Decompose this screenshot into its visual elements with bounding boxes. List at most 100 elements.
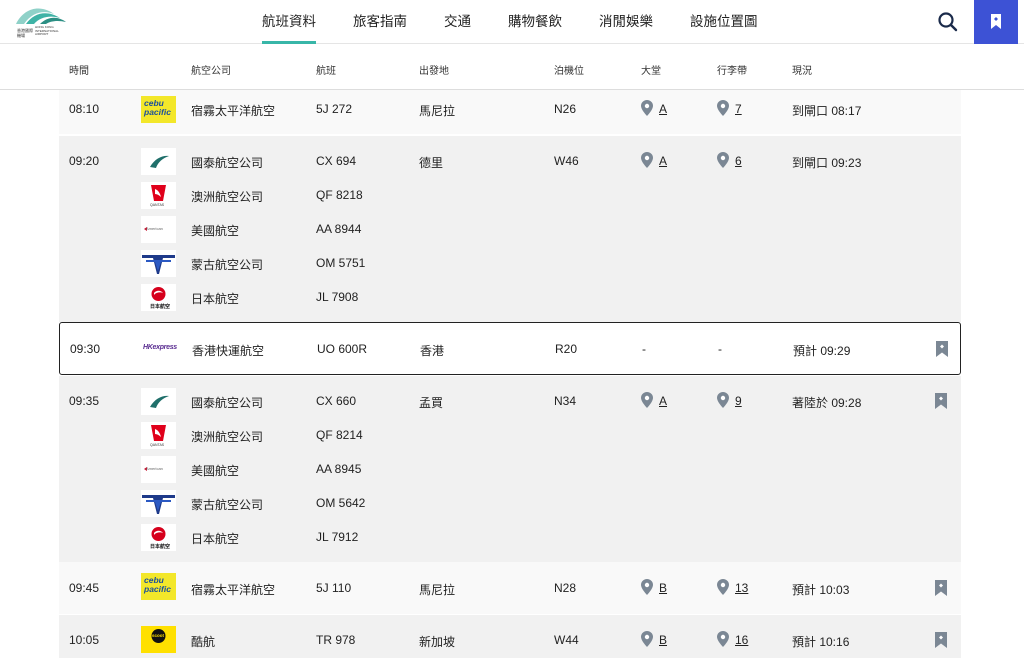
belt-value[interactable]: 9 — [735, 394, 742, 408]
cathay-brushwing-icon — [150, 155, 169, 168]
status: 著陸於 09:28 — [792, 396, 862, 410]
flight-number[interactable]: QF 8218 — [316, 188, 363, 202]
table-row[interactable]: 09:35 國泰航空公司 CX 660 QANTAS 澳洲航空公司 QF 821… — [59, 376, 961, 562]
table-row-selected[interactable]: 09:30 HKexpress 香港快運航空 UO 600R 香港 R20 - … — [59, 322, 961, 375]
col-time[interactable]: 時間 — [69, 62, 89, 77]
search-icon — [938, 12, 958, 32]
location-pin-icon — [717, 631, 729, 647]
hkia-logo[interactable]: 香港國際機場 HONG KONG INTERNATIONAL AIRPORT — [14, 4, 78, 40]
bookmark-icon — [991, 14, 1001, 29]
jal-logo: 日本航空 — [141, 524, 176, 551]
belt-link[interactable]: 6 — [717, 152, 742, 168]
origin: 德里 — [419, 156, 444, 170]
hall-link[interactable]: B — [641, 631, 667, 647]
airline-name: 酷航 — [191, 635, 216, 649]
bookmark-icon[interactable] — [934, 392, 948, 410]
hall-value[interactable]: A — [659, 394, 667, 408]
nav-passenger-guide[interactable]: 旅客指南 — [353, 0, 407, 44]
scoot-logo: scoot — [141, 626, 176, 653]
hall-value[interactable]: B — [659, 633, 667, 647]
flight-number[interactable]: AA 8945 — [316, 462, 361, 476]
airline-name: 蒙古航空公司 — [191, 498, 264, 512]
belt-link[interactable]: 13 — [717, 579, 748, 595]
table-row[interactable]: 09:20 國泰航空公司 CX 694 QANTAS 澳洲航空公司 QF 821… — [59, 136, 961, 322]
location-pin-icon — [717, 100, 729, 116]
hall-link[interactable]: A — [641, 392, 667, 408]
col-flight[interactable]: 航班 — [316, 62, 336, 77]
cathay-pacific-logo — [141, 148, 176, 175]
location-pin-icon — [641, 392, 653, 408]
location-pin-icon — [717, 392, 729, 408]
cebu-pacific-logo: cebu pacific — [141, 96, 176, 123]
location-pin-icon — [641, 631, 653, 647]
bookmark-icon[interactable] — [935, 340, 949, 358]
col-status[interactable]: 現況 — [792, 62, 812, 77]
belt-value[interactable]: 16 — [735, 633, 748, 647]
hk-express-wordmark: HKexpress — [143, 344, 177, 351]
hall-link[interactable]: A — [641, 152, 667, 168]
my-flights-button[interactable] — [974, 0, 1018, 44]
belt-value[interactable]: 13 — [735, 581, 748, 595]
flight-number[interactable]: CX 694 — [316, 154, 356, 168]
nav-flight-info[interactable]: 航班資料 — [262, 0, 316, 44]
table-row[interactable]: 09:45 cebu pacific 宿霧太平洋航空 5J 110 馬尼拉 N2… — [59, 562, 961, 614]
location-pin-icon — [641, 579, 653, 595]
nav-entertainment[interactable]: 消閒娛樂 — [599, 0, 653, 44]
status: 預計 10:03 — [792, 583, 850, 597]
flight-number[interactable]: UO 600R — [317, 342, 367, 356]
time: 09:35 — [69, 394, 100, 408]
nav-facility-map[interactable]: 設施位置圖 — [690, 0, 758, 44]
flight-number[interactable]: OM 5642 — [316, 496, 365, 510]
airline-name: 澳洲航空公司 — [191, 430, 264, 444]
nav-shop-dine[interactable]: 購物餐飲 — [508, 0, 562, 44]
american-wordmark: American — [146, 226, 163, 231]
flight-number[interactable]: AA 8944 — [316, 222, 361, 236]
cathay-pacific-logo — [141, 388, 176, 415]
belt-value[interactable]: 7 — [735, 102, 742, 116]
flight-number[interactable]: TR 978 — [316, 633, 355, 647]
search-button[interactable] — [934, 8, 962, 36]
nav-transport[interactable]: 交通 — [444, 0, 471, 44]
flight-number[interactable]: 5J 272 — [316, 102, 352, 116]
belt-link[interactable]: 16 — [717, 631, 748, 647]
belt-link[interactable]: 9 — [717, 392, 742, 408]
stand: W44 — [554, 633, 579, 647]
table-row[interactable]: 08:10 cebu pacific 宿霧太平洋航空 5J 272 馬尼拉 N2… — [59, 90, 961, 134]
col-stand[interactable]: 泊機位 — [554, 62, 584, 77]
top-navigation-bar: 香港國際機場 HONG KONG INTERNATIONAL AIRPORT 航… — [0, 0, 1024, 44]
table-row[interactable]: 10:05 scoot 酷航 TR 978 新加坡 W44 B 16 預計 10… — [59, 615, 961, 658]
belt-link[interactable]: 7 — [717, 100, 742, 116]
hall-value[interactable]: A — [659, 102, 667, 116]
cathay-brushwing-icon — [150, 395, 169, 408]
logo-text: cebu pacific — [144, 575, 171, 594]
col-belt[interactable]: 行李帶 — [717, 62, 747, 77]
time: 09:30 — [70, 342, 101, 356]
time: 08:10 — [69, 102, 100, 116]
col-hall[interactable]: 大堂 — [641, 62, 661, 77]
stand: N34 — [554, 394, 577, 408]
belt-value[interactable]: 6 — [735, 154, 742, 168]
col-origin[interactable]: 出發地 — [419, 62, 449, 77]
miat-logo — [141, 250, 176, 277]
flight-number[interactable]: QF 8214 — [316, 428, 363, 442]
col-airline[interactable]: 航空公司 — [191, 62, 231, 77]
flight-number[interactable]: JL 7912 — [316, 530, 358, 544]
status: 預計 10:16 — [792, 635, 850, 649]
scoot-badge-icon — [151, 629, 166, 643]
hall-link[interactable]: B — [641, 579, 667, 595]
hall-value[interactable]: A — [659, 154, 667, 168]
miat-logo — [141, 490, 176, 517]
logo-text: cebu pacific — [144, 98, 171, 117]
flight-number[interactable]: CX 660 — [316, 394, 356, 408]
bookmark-icon[interactable] — [934, 631, 948, 649]
hall-value[interactable]: B — [659, 581, 667, 595]
airline-name: 宿霧太平洋航空 — [191, 583, 276, 597]
airline-name: 日本航空 — [191, 292, 240, 306]
flight-number[interactable]: 5J 110 — [316, 581, 351, 595]
bookmark-icon[interactable] — [934, 579, 948, 597]
jal-wordmark: 日本航空 — [150, 304, 171, 310]
flight-number[interactable]: JL 7908 — [316, 290, 358, 304]
flight-number[interactable]: OM 5751 — [316, 256, 365, 270]
hall-link[interactable]: A — [641, 100, 667, 116]
belt-value: - — [718, 342, 722, 356]
